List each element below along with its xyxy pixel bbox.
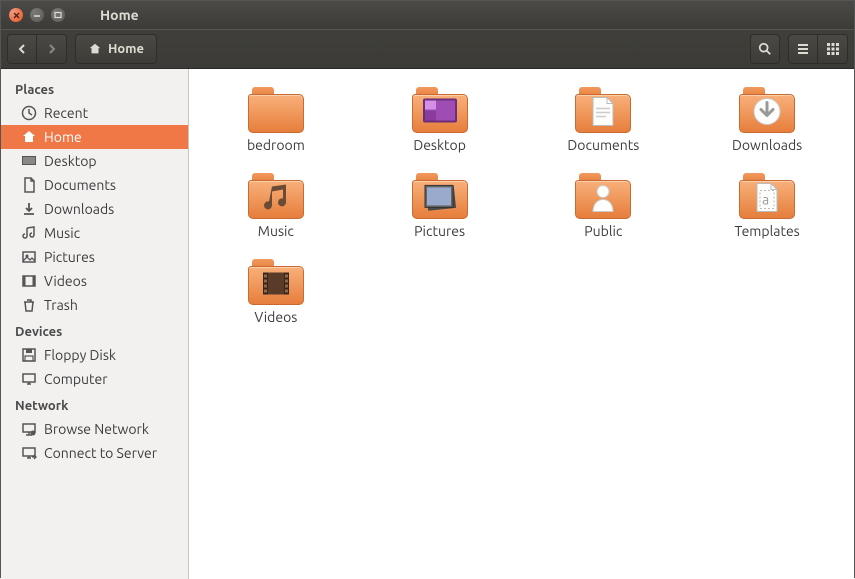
folder-label: Music: [258, 223, 294, 239]
sidebar-item-pictures[interactable]: Pictures: [1, 245, 188, 269]
sidebar-item-label: Floppy Disk: [44, 347, 116, 363]
sidebar-item-label: Desktop: [44, 153, 97, 169]
folder-label: bedroom: [247, 137, 305, 153]
floppy-icon: [21, 347, 37, 363]
sidebar-item-label: Trash: [44, 297, 78, 313]
download-icon: [21, 201, 37, 217]
sidebar-item-home[interactable]: Home: [1, 125, 188, 149]
network-icon: [21, 421, 37, 437]
document-icon: [21, 177, 37, 193]
grid-view-button[interactable]: [818, 34, 848, 64]
sidebar-heading: Devices: [1, 317, 188, 343]
window-title: Home: [100, 7, 139, 23]
sidebar-item-label: Recent: [44, 105, 88, 121]
sidebar-item-computer[interactable]: Computer: [1, 367, 188, 391]
list-view-button[interactable]: [788, 34, 818, 64]
window-maximize-button[interactable]: [51, 8, 65, 22]
clock-icon: [21, 105, 37, 121]
svg-text:a: a: [762, 192, 769, 208]
folder-public[interactable]: Public: [527, 173, 681, 239]
path-label: Home: [108, 42, 144, 56]
sidebar-item-label: Computer: [44, 371, 108, 387]
folder-bedroom[interactable]: bedroom: [199, 87, 353, 153]
folder-icon: [412, 87, 468, 133]
video-icon: [21, 273, 37, 289]
search-button[interactable]: [750, 34, 780, 64]
folder-icon: [248, 87, 304, 133]
pathbar: Home: [75, 34, 157, 64]
folder-templates[interactable]: a Templates: [690, 173, 844, 239]
folder-label: Downloads: [732, 137, 802, 153]
folder-label: Documents: [567, 137, 639, 153]
trash-icon: [21, 297, 37, 313]
sidebar: Places Recent Home Desktop Documents Download…: [1, 69, 189, 579]
sidebar-item-trash[interactable]: Trash: [1, 293, 188, 317]
folder-music[interactable]: Music: [199, 173, 353, 239]
back-button[interactable]: [7, 34, 37, 64]
folder-label: Pictures: [414, 223, 465, 239]
folder-icon: [575, 87, 631, 133]
folder-label: Videos: [254, 309, 297, 325]
folder-desktop[interactable]: Desktop: [363, 87, 517, 153]
desktop-icon: [21, 153, 37, 169]
sidebar-item-label: Downloads: [44, 201, 114, 217]
home-icon: [21, 129, 37, 145]
folder-icon: a: [739, 173, 795, 219]
folder-icon: [248, 259, 304, 305]
sidebar-item-downloads[interactable]: Downloads: [1, 197, 188, 221]
folder-label: Public: [584, 223, 622, 239]
sidebar-item-documents[interactable]: Documents: [1, 173, 188, 197]
titlebar: Home: [1, 1, 854, 29]
window-close-button[interactable]: [9, 8, 23, 22]
sidebar-item-label: Pictures: [44, 249, 95, 265]
toolbar: Home: [1, 29, 854, 69]
picture-icon: [21, 249, 37, 265]
folder-icon: [248, 173, 304, 219]
folder-icon: [575, 173, 631, 219]
folder-icon: [412, 173, 468, 219]
folder-label: Templates: [734, 223, 799, 239]
folder-label: Desktop: [413, 137, 466, 153]
sidebar-item-label: Home: [44, 129, 82, 145]
folder-videos[interactable]: Videos: [199, 259, 353, 325]
folder-documents[interactable]: Documents: [527, 87, 681, 153]
sidebar-item-label: Connect to Server: [44, 445, 157, 461]
sidebar-item-label: Videos: [44, 273, 87, 289]
folder-downloads[interactable]: Downloads: [690, 87, 844, 153]
server-icon: [21, 445, 37, 461]
sidebar-item-connect-to-server[interactable]: Connect to Server: [1, 441, 188, 465]
folder-icon: [739, 87, 795, 133]
sidebar-item-music[interactable]: Music: [1, 221, 188, 245]
sidebar-heading: Network: [1, 391, 188, 417]
path-segment-home[interactable]: Home: [75, 34, 157, 64]
music-icon: [21, 225, 37, 241]
sidebar-item-label: Music: [44, 225, 80, 241]
sidebar-item-videos[interactable]: Videos: [1, 269, 188, 293]
sidebar-heading: Places: [1, 75, 188, 101]
sidebar-item-label: Browse Network: [44, 421, 149, 437]
sidebar-item-floppy-disk[interactable]: Floppy Disk: [1, 343, 188, 367]
computer-icon: [21, 371, 37, 387]
window-minimize-button[interactable]: [30, 8, 44, 22]
sidebar-item-recent[interactable]: Recent: [1, 101, 188, 125]
sidebar-item-label: Documents: [44, 177, 116, 193]
sidebar-item-desktop[interactable]: Desktop: [1, 149, 188, 173]
sidebar-item-browse-network[interactable]: Browse Network: [1, 417, 188, 441]
forward-button[interactable]: [37, 34, 67, 64]
folder-pictures[interactable]: Pictures: [363, 173, 517, 239]
home-icon: [88, 42, 102, 56]
main-view: bedroom Desktop Documents Downloads Music Pic…: [189, 69, 854, 579]
